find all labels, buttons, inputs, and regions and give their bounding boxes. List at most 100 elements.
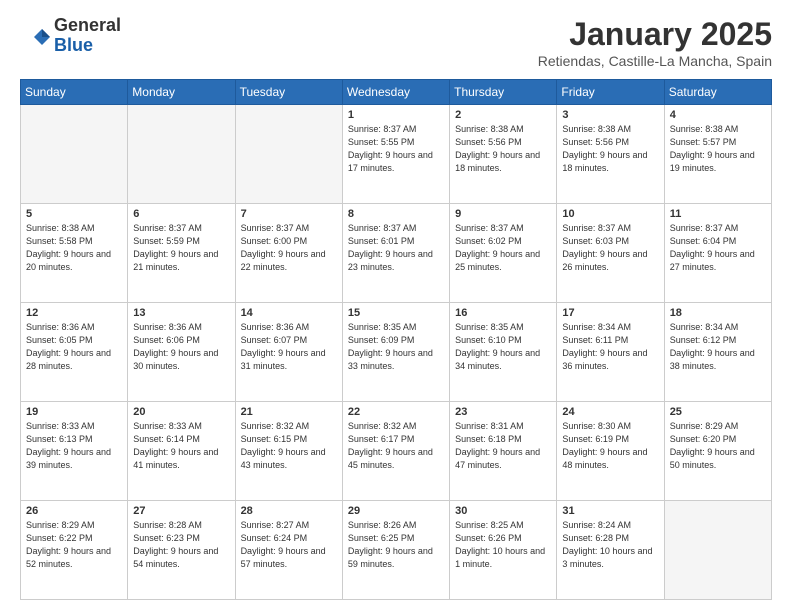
day-info: Sunrise: 8:37 AMSunset: 6:04 PMDaylight:… [670,223,755,272]
calendar-body: 1 Sunrise: 8:37 AMSunset: 5:55 PMDayligh… [21,105,772,600]
calendar-cell: 24 Sunrise: 8:30 AMSunset: 6:19 PMDaylig… [557,402,664,501]
header: General Blue January 2025 Retiendas, Cas… [20,16,772,69]
day-number: 15 [348,307,444,319]
calendar-cell: 29 Sunrise: 8:26 AMSunset: 6:25 PMDaylig… [342,501,449,600]
month-title: January 2025 [538,16,772,53]
day-info: Sunrise: 8:34 AMSunset: 6:12 PMDaylight:… [670,322,755,371]
day-number: 8 [348,208,444,220]
calendar-cell: 1 Sunrise: 8:37 AMSunset: 5:55 PMDayligh… [342,105,449,204]
day-number: 31 [562,505,658,517]
calendar-cell: 25 Sunrise: 8:29 AMSunset: 6:20 PMDaylig… [664,402,771,501]
day-info: Sunrise: 8:37 AMSunset: 5:55 PMDaylight:… [348,124,433,173]
day-info: Sunrise: 8:37 AMSunset: 6:02 PMDaylight:… [455,223,540,272]
calendar-cell: 3 Sunrise: 8:38 AMSunset: 5:56 PMDayligh… [557,105,664,204]
weekday-wednesday: Wednesday [342,80,449,105]
day-number: 24 [562,406,658,418]
calendar-cell [21,105,128,204]
week-row-5: 26 Sunrise: 8:29 AMSunset: 6:22 PMDaylig… [21,501,772,600]
week-row-3: 12 Sunrise: 8:36 AMSunset: 6:05 PMDaylig… [21,303,772,402]
day-number: 26 [26,505,122,517]
day-number: 1 [348,109,444,121]
logo-icon [20,21,50,51]
day-number: 10 [562,208,658,220]
calendar-cell: 5 Sunrise: 8:38 AMSunset: 5:58 PMDayligh… [21,204,128,303]
calendar-cell: 19 Sunrise: 8:33 AMSunset: 6:13 PMDaylig… [21,402,128,501]
day-number: 2 [455,109,551,121]
day-info: Sunrise: 8:24 AMSunset: 6:28 PMDaylight:… [562,520,652,569]
logo-blue: Blue [54,36,121,56]
day-number: 19 [26,406,122,418]
day-info: Sunrise: 8:25 AMSunset: 6:26 PMDaylight:… [455,520,545,569]
week-row-1: 1 Sunrise: 8:37 AMSunset: 5:55 PMDayligh… [21,105,772,204]
day-number: 22 [348,406,444,418]
day-number: 17 [562,307,658,319]
weekday-monday: Monday [128,80,235,105]
day-info: Sunrise: 8:29 AMSunset: 6:22 PMDaylight:… [26,520,111,569]
day-number: 30 [455,505,551,517]
day-info: Sunrise: 8:36 AMSunset: 6:06 PMDaylight:… [133,322,218,371]
calendar-cell: 2 Sunrise: 8:38 AMSunset: 5:56 PMDayligh… [450,105,557,204]
day-number: 3 [562,109,658,121]
day-number: 9 [455,208,551,220]
day-info: Sunrise: 8:26 AMSunset: 6:25 PMDaylight:… [348,520,433,569]
calendar-cell: 10 Sunrise: 8:37 AMSunset: 6:03 PMDaylig… [557,204,664,303]
day-info: Sunrise: 8:36 AMSunset: 6:05 PMDaylight:… [26,322,111,371]
day-number: 13 [133,307,229,319]
weekday-sunday: Sunday [21,80,128,105]
calendar-cell: 4 Sunrise: 8:38 AMSunset: 5:57 PMDayligh… [664,105,771,204]
calendar-cell [128,105,235,204]
day-info: Sunrise: 8:33 AMSunset: 6:13 PMDaylight:… [26,421,111,470]
weekday-tuesday: Tuesday [235,80,342,105]
day-number: 20 [133,406,229,418]
calendar-cell: 11 Sunrise: 8:37 AMSunset: 6:04 PMDaylig… [664,204,771,303]
day-number: 14 [241,307,337,319]
calendar-cell: 16 Sunrise: 8:35 AMSunset: 6:10 PMDaylig… [450,303,557,402]
calendar-cell: 14 Sunrise: 8:36 AMSunset: 6:07 PMDaylig… [235,303,342,402]
day-info: Sunrise: 8:35 AMSunset: 6:09 PMDaylight:… [348,322,433,371]
day-number: 25 [670,406,766,418]
day-number: 7 [241,208,337,220]
day-info: Sunrise: 8:38 AMSunset: 5:57 PMDaylight:… [670,124,755,173]
calendar-cell [664,501,771,600]
weekday-friday: Friday [557,80,664,105]
day-number: 18 [670,307,766,319]
day-number: 11 [670,208,766,220]
calendar-cell: 26 Sunrise: 8:29 AMSunset: 6:22 PMDaylig… [21,501,128,600]
day-number: 4 [670,109,766,121]
day-number: 29 [348,505,444,517]
day-info: Sunrise: 8:31 AMSunset: 6:18 PMDaylight:… [455,421,540,470]
calendar-cell: 22 Sunrise: 8:32 AMSunset: 6:17 PMDaylig… [342,402,449,501]
calendar-cell: 15 Sunrise: 8:35 AMSunset: 6:09 PMDaylig… [342,303,449,402]
week-row-2: 5 Sunrise: 8:38 AMSunset: 5:58 PMDayligh… [21,204,772,303]
day-info: Sunrise: 8:29 AMSunset: 6:20 PMDaylight:… [670,421,755,470]
calendar-cell: 30 Sunrise: 8:25 AMSunset: 6:26 PMDaylig… [450,501,557,600]
day-info: Sunrise: 8:27 AMSunset: 6:24 PMDaylight:… [241,520,326,569]
day-number: 28 [241,505,337,517]
day-info: Sunrise: 8:32 AMSunset: 6:17 PMDaylight:… [348,421,433,470]
calendar-cell: 17 Sunrise: 8:34 AMSunset: 6:11 PMDaylig… [557,303,664,402]
calendar-cell: 12 Sunrise: 8:36 AMSunset: 6:05 PMDaylig… [21,303,128,402]
day-info: Sunrise: 8:33 AMSunset: 6:14 PMDaylight:… [133,421,218,470]
day-info: Sunrise: 8:37 AMSunset: 6:01 PMDaylight:… [348,223,433,272]
day-info: Sunrise: 8:30 AMSunset: 6:19 PMDaylight:… [562,421,647,470]
calendar-cell: 18 Sunrise: 8:34 AMSunset: 6:12 PMDaylig… [664,303,771,402]
day-info: Sunrise: 8:37 AMSunset: 5:59 PMDaylight:… [133,223,218,272]
day-info: Sunrise: 8:36 AMSunset: 6:07 PMDaylight:… [241,322,326,371]
day-info: Sunrise: 8:35 AMSunset: 6:10 PMDaylight:… [455,322,540,371]
logo: General Blue [20,16,121,56]
calendar-cell: 21 Sunrise: 8:32 AMSunset: 6:15 PMDaylig… [235,402,342,501]
day-number: 27 [133,505,229,517]
calendar-cell: 20 Sunrise: 8:33 AMSunset: 6:14 PMDaylig… [128,402,235,501]
location-subtitle: Retiendas, Castille-La Mancha, Spain [538,53,772,69]
calendar-cell: 23 Sunrise: 8:31 AMSunset: 6:18 PMDaylig… [450,402,557,501]
calendar-table: SundayMondayTuesdayWednesdayThursdayFrid… [20,79,772,600]
weekday-header-row: SundayMondayTuesdayWednesdayThursdayFrid… [21,80,772,105]
page: General Blue January 2025 Retiendas, Cas… [0,0,792,612]
calendar-cell: 6 Sunrise: 8:37 AMSunset: 5:59 PMDayligh… [128,204,235,303]
logo-text: General Blue [54,16,121,56]
calendar-cell: 28 Sunrise: 8:27 AMSunset: 6:24 PMDaylig… [235,501,342,600]
calendar-cell: 27 Sunrise: 8:28 AMSunset: 6:23 PMDaylig… [128,501,235,600]
logo-general: General [54,16,121,36]
day-info: Sunrise: 8:37 AMSunset: 6:03 PMDaylight:… [562,223,647,272]
calendar-cell: 8 Sunrise: 8:37 AMSunset: 6:01 PMDayligh… [342,204,449,303]
